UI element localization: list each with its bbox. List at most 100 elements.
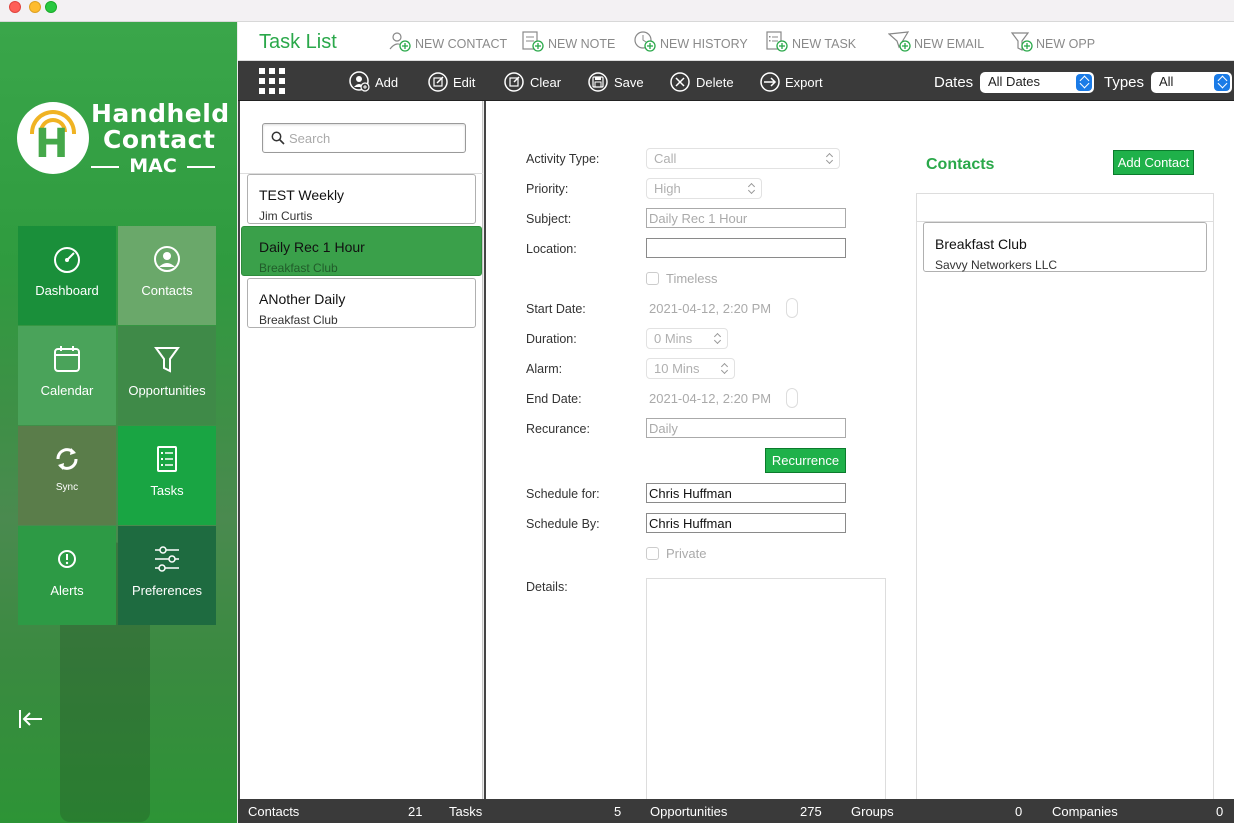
contacts-heading: Contacts — [926, 156, 995, 173]
new-opp-button[interactable]: NEW OPP — [1010, 31, 1100, 55]
nav-tile-sync[interactable]: Sync — [18, 426, 116, 525]
dates-select[interactable]: All Dates — [980, 72, 1094, 93]
delete-button[interactable]: Delete — [669, 70, 734, 94]
export-icon — [760, 72, 780, 92]
nav-tile-calendar[interactable]: Calendar — [18, 326, 116, 425]
new-opp-label: NEW OPP — [1036, 37, 1096, 51]
contact-card[interactable]: Breakfast Club Savvy Networkers LLC — [923, 222, 1207, 272]
schedule-by-input[interactable] — [646, 513, 846, 533]
add-button[interactable]: Add — [349, 70, 399, 94]
alert-icon — [58, 550, 76, 568]
person-circle-icon — [154, 246, 180, 272]
nav-tile-contacts[interactable]: Contacts — [118, 226, 216, 325]
add-history-icon — [634, 31, 656, 52]
export-label: Export — [785, 75, 823, 90]
subject-label: Subject: — [526, 212, 572, 226]
list-item-selected[interactable]: Daily Rec 1 Hour Breakfast Club — [241, 226, 482, 276]
schedule-for-label: Schedule for: — [526, 487, 600, 501]
stepper-icon[interactable] — [786, 388, 798, 408]
list-item-title: Daily Rec 1 Hour — [259, 239, 365, 255]
grid-menu-icon[interactable] — [259, 68, 285, 94]
nav-tile-dashboard[interactable]: Dashboard — [18, 226, 116, 325]
checklist-icon — [157, 446, 177, 472]
new-note-button[interactable]: NEW NOTE — [521, 31, 616, 55]
opportunities-count: 275 — [800, 804, 822, 819]
calendar-icon — [54, 346, 80, 372]
list-item-subtitle: Breakfast Club — [259, 261, 338, 275]
search-field[interactable] — [262, 123, 466, 153]
duration-select[interactable]: 0 Mins — [646, 328, 728, 349]
alarm-select[interactable]: 10 Mins — [646, 358, 735, 379]
nav-tile-label: Dashboard — [35, 283, 99, 298]
activity-type-select[interactable]: Call — [646, 148, 840, 169]
clear-button[interactable]: Clear — [503, 70, 562, 94]
chevron-updown-icon — [748, 182, 756, 195]
schedule-by-label: Schedule By: — [526, 517, 600, 531]
nav-tile-label: Preferences — [131, 583, 203, 598]
location-label: Location: — [526, 242, 577, 256]
location-input[interactable] — [646, 238, 846, 258]
stepper-icon[interactable] — [786, 298, 798, 318]
recurance-input[interactable] — [646, 418, 846, 438]
details-textarea[interactable] — [646, 578, 886, 799]
page-header: Task List NEW CONTACT NEW NOTE NEW HISTO… — [238, 22, 1234, 61]
list-item-title: TEST Weekly — [259, 187, 345, 203]
collapse-sidebar-icon[interactable] — [18, 708, 44, 730]
end-date-picker[interactable]: 2021-04-12, 2:20 PM — [646, 388, 798, 409]
close-window-button[interactable] — [9, 1, 21, 13]
nav-tile-label: Alerts — [50, 583, 84, 598]
recurrence-button[interactable]: Recurrence — [765, 448, 846, 473]
end-date-value: 2021-04-12, 2:20 PM — [649, 391, 772, 406]
export-button[interactable]: Export — [759, 70, 824, 94]
details-label: Details: — [526, 580, 568, 594]
alarm-label: Alarm: — [526, 362, 563, 376]
list-item[interactable]: ANother Daily Breakfast Club — [247, 278, 476, 328]
schedule-for-input[interactable] — [646, 483, 846, 503]
timeless-label: Timeless — [666, 271, 718, 286]
nav-tile-tasks[interactable]: Tasks — [118, 426, 216, 525]
types-select[interactable]: All — [1151, 72, 1232, 93]
add-opportunity-icon — [1010, 32, 1033, 52]
contact-name: Breakfast Club — [935, 236, 1027, 252]
end-date-label: End Date: — [526, 392, 582, 406]
checkbox-box — [646, 547, 659, 560]
logo-text-line1: Handheld — [91, 99, 230, 128]
activity-type-value: Call — [654, 151, 677, 166]
add-person-icon — [389, 32, 411, 52]
list-item[interactable]: TEST Weekly Jim Curtis — [247, 174, 476, 224]
clear-label: Clear — [530, 75, 562, 90]
chevron-updown-icon — [721, 362, 729, 375]
new-contact-label: NEW CONTACT — [415, 37, 508, 51]
nav-tile-preferences[interactable]: Preferences — [118, 526, 216, 625]
nav-tile-label: Opportunities — [128, 383, 206, 398]
funnel-icon — [154, 347, 180, 373]
start-date-picker[interactable]: 2021-04-12, 2:20 PM — [646, 298, 798, 319]
subject-input[interactable] — [646, 208, 846, 228]
new-email-button[interactable]: NEW EMAIL — [888, 31, 984, 55]
window-titlebar — [0, 0, 1234, 22]
priority-value: High — [654, 181, 681, 196]
new-task-button[interactable]: NEW TASK — [765, 31, 857, 55]
nav-tile-alerts[interactable]: Alerts — [18, 526, 116, 625]
chevron-updown-icon — [714, 332, 722, 345]
edit-icon — [428, 72, 448, 92]
contact-company: Savvy Networkers LLC — [935, 258, 1058, 272]
types-label: Types — [1104, 74, 1145, 91]
zoom-window-button[interactable] — [45, 1, 57, 13]
recurance-label: Recurance: — [526, 422, 590, 436]
groups-count-label: Groups — [851, 804, 894, 819]
new-note-label: NEW NOTE — [548, 37, 616, 51]
search-input[interactable] — [289, 129, 459, 147]
list-item-subtitle: Jim Curtis — [259, 209, 313, 223]
edit-button[interactable]: Edit — [427, 70, 477, 94]
start-date-value: 2021-04-12, 2:20 PM — [649, 301, 772, 316]
nav-tile-opportunities[interactable]: Opportunities — [118, 326, 216, 425]
add-contact-button[interactable]: Add Contact — [1113, 150, 1194, 175]
save-button[interactable]: Save — [587, 70, 644, 94]
new-history-button[interactable]: NEW HISTORY — [633, 31, 748, 55]
contacts-list-header — [917, 194, 1213, 222]
minimize-window-button[interactable] — [29, 1, 41, 13]
new-contact-button[interactable]: NEW CONTACT — [388, 31, 508, 55]
priority-select[interactable]: High — [646, 178, 762, 199]
nav-tile-label: Tasks — [150, 483, 184, 498]
